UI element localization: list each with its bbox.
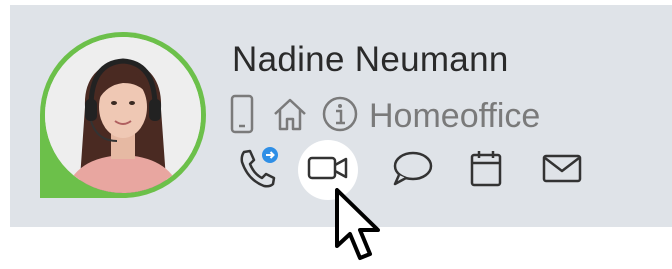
chat-bubble-icon <box>391 149 433 192</box>
status-row: Homeoffice <box>229 93 540 139</box>
mobile-phone-icon[interactable] <box>229 94 255 139</box>
email-button[interactable] <box>532 140 592 200</box>
avatar-photo <box>45 37 201 193</box>
status-text: Homeoffice <box>369 96 541 135</box>
contact-name: Nadine Neumann <box>232 40 509 79</box>
mouse-pointer-icon <box>333 188 385 264</box>
chat-button[interactable] <box>382 140 442 200</box>
action-bar <box>228 140 598 200</box>
mail-icon <box>541 152 583 189</box>
phone-forward-icon <box>236 146 280 195</box>
calendar-button[interactable] <box>456 140 516 200</box>
home-icon[interactable] <box>271 95 309 138</box>
avatar[interactable] <box>40 32 206 198</box>
calendar-icon <box>468 148 504 193</box>
call-button[interactable] <box>228 140 288 200</box>
video-camera-icon <box>307 153 349 188</box>
info-icon[interactable] <box>321 95 359 138</box>
